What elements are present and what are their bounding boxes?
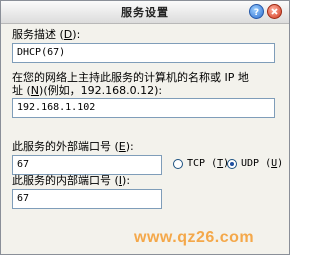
service-settings-dialog: 服务设置 ? 服务描述 (D): DHCP(67) 在您的网络上主持此服务的计算…	[0, 0, 290, 255]
tcp-radio-circle[interactable]	[173, 158, 183, 169]
host-label-line2: 址 (N)(例如，192.168.0.12):	[12, 84, 163, 97]
question-icon: ?	[254, 8, 259, 18]
close-icon	[271, 8, 278, 15]
title-bar: 服务设置 ?	[1, 1, 289, 24]
external-port-label: 此服务的外部端口号 (E):	[12, 140, 134, 153]
description-field[interactable]: DHCP(67)	[12, 43, 275, 63]
svg-text:?: ?	[254, 8, 259, 18]
host-label-line1: 在您的网络上主持此服务的计算机的名称或 IP 地	[12, 71, 249, 84]
watermark-text: www.qz26.com	[134, 229, 255, 246]
udp-radio[interactable]: UDP (U)	[227, 158, 283, 169]
internal-port-label: 此服务的内部端口号 (I):	[12, 174, 131, 187]
tcp-radio[interactable]: TCP (T)	[173, 158, 229, 169]
close-button[interactable]	[267, 4, 282, 19]
udp-radio-circle[interactable]	[227, 158, 237, 169]
help-button[interactable]: ?	[249, 4, 264, 19]
description-label: 服务描述 (D):	[12, 28, 81, 41]
external-port-field[interactable]: 67	[12, 155, 162, 175]
tcp-radio-label: TCP (T)	[187, 158, 229, 169]
internal-port-field[interactable]: 67	[12, 189, 162, 209]
host-address-field[interactable]: 192.168.1.102	[12, 98, 275, 118]
dialog-title: 服务设置	[121, 6, 169, 19]
udp-radio-label: UDP (U)	[241, 158, 284, 169]
